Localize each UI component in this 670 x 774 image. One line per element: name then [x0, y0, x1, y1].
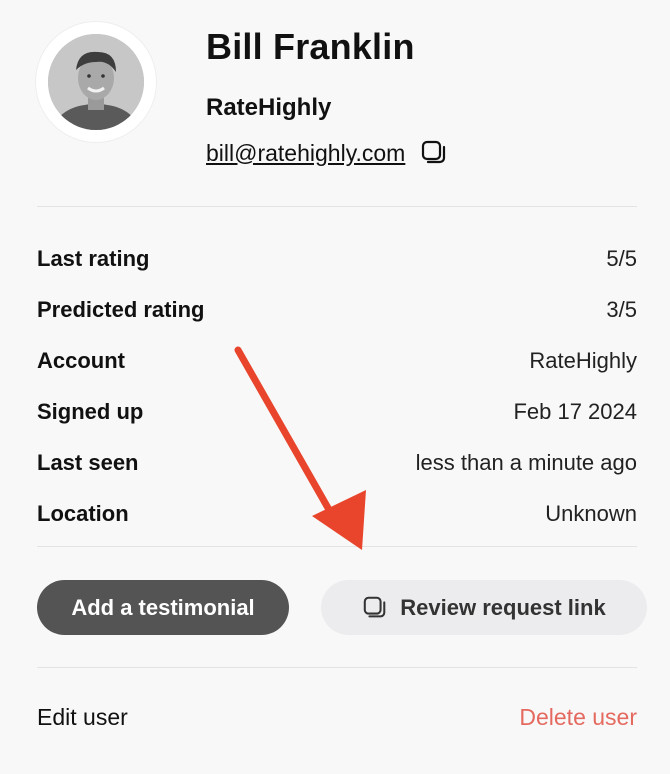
detail-label: Location	[37, 500, 129, 526]
detail-row-account: Account RateHighly	[37, 335, 637, 386]
add-testimonial-button[interactable]: Add a testimonial	[37, 580, 289, 635]
detail-row-signed-up: Signed up Feb 17 2024	[37, 386, 637, 437]
user-company: RateHighly	[206, 94, 332, 121]
detail-label: Last rating	[37, 245, 150, 271]
copy-icon	[364, 596, 386, 617]
divider-bottom	[37, 667, 637, 668]
detail-value: 5/5	[606, 245, 637, 271]
detail-value: Feb 17 2024	[513, 398, 637, 424]
detail-label: Predicted rating	[37, 296, 205, 322]
detail-row-location: Location Unknown	[37, 488, 637, 539]
email-row: bill@ratehighly.com	[206, 138, 449, 168]
detail-value: Unknown	[545, 500, 637, 526]
avatar	[48, 34, 144, 130]
divider-middle	[37, 546, 637, 547]
delete-user-link[interactable]: Delete user	[519, 704, 637, 731]
review-request-link-label: Review request link	[400, 594, 606, 620]
add-testimonial-label: Add a testimonial	[71, 594, 255, 620]
detail-value: less than a minute ago	[415, 449, 637, 475]
detail-row-last-rating: Last rating 5/5	[37, 233, 637, 284]
edit-user-link[interactable]: Edit user	[37, 704, 128, 731]
user-email-link[interactable]: bill@ratehighly.com	[206, 140, 405, 167]
detail-value: RateHighly	[529, 347, 637, 373]
user-name: Bill Franklin	[206, 26, 415, 67]
avatar-photo	[48, 34, 144, 130]
detail-value: 3/5	[606, 296, 637, 322]
detail-label: Last seen	[37, 449, 139, 475]
user-details: Last rating 5/5 Predicted rating 3/5 Acc…	[37, 233, 637, 539]
detail-row-predicted-rating: Predicted rating 3/5	[37, 284, 637, 335]
avatar-frame	[36, 22, 156, 142]
divider-top	[37, 206, 637, 207]
detail-row-last-seen: Last seen less than a minute ago	[37, 437, 637, 488]
detail-label: Signed up	[37, 398, 144, 424]
copy-icon	[422, 140, 446, 164]
copy-email-button[interactable]	[419, 138, 449, 168]
detail-label: Account	[37, 347, 125, 373]
review-request-link-button[interactable]: Review request link	[321, 580, 647, 635]
